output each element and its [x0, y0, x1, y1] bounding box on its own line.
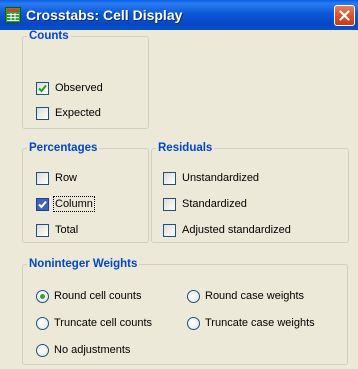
row-checkbox[interactable]: Row	[36, 170, 77, 186]
counts-legend: Counts	[29, 30, 69, 42]
unstandardized-check-box[interactable]	[163, 171, 176, 185]
expected-label: Expected	[55, 107, 101, 119]
total-check-box[interactable]	[36, 223, 49, 237]
title-bar[interactable]: Crosstabs: Cell Display	[0, 0, 358, 30]
observed-checkbox[interactable]: Observed	[36, 80, 103, 96]
expected-check-box[interactable]	[36, 106, 49, 120]
checkmark-icon	[38, 200, 47, 208]
no-adjustments-label: No adjustments	[54, 344, 131, 356]
standardized-check-box[interactable]	[163, 197, 176, 211]
standardized-checkbox[interactable]: Standardized	[163, 196, 247, 212]
expected-checkbox[interactable]: Expected	[36, 105, 101, 121]
truncate-cell-counts-label: Truncate cell counts	[54, 317, 153, 329]
close-icon	[339, 10, 350, 21]
column-label: Column	[53, 196, 95, 212]
residuals-legend: Residuals	[158, 142, 213, 154]
total-checkbox[interactable]: Total	[36, 222, 78, 238]
observed-label: Observed	[55, 82, 103, 94]
truncate-case-weights-label: Truncate case weights	[205, 317, 315, 329]
adjusted-standardized-label: Adjusted standardized	[182, 224, 291, 236]
round-cell-counts-radio[interactable]: Round cell counts	[36, 288, 141, 304]
spss-table-icon	[5, 7, 21, 23]
round-case-weights-radio[interactable]: Round case weights	[187, 288, 304, 304]
window-title: Crosstabs: Cell Display	[26, 7, 183, 23]
dialog-body: Counts Observed Expected Percentages Row…	[0, 30, 358, 369]
row-check-box[interactable]	[36, 171, 49, 185]
adjusted-standardized-checkbox[interactable]: Adjusted standardized	[163, 222, 291, 238]
no-adjustments-radio[interactable]: No adjustments	[36, 342, 130, 358]
truncate-cell-counts-radio[interactable]: Truncate cell counts	[36, 315, 152, 331]
radio-selected-dot	[40, 293, 45, 299]
total-label: Total	[55, 224, 79, 236]
column-check-box[interactable]	[36, 197, 49, 211]
unstandardized-checkbox[interactable]: Unstandardized	[163, 170, 259, 186]
percentages-legend: Percentages	[29, 142, 98, 154]
column-checkbox[interactable]: Column	[36, 196, 95, 212]
observed-check-box[interactable]	[36, 81, 49, 95]
truncate-case-weights-radio-circle[interactable]	[187, 316, 200, 330]
round-case-weights-radio-circle[interactable]	[187, 289, 200, 303]
noninteger-weights-legend: Noninteger Weights	[29, 258, 138, 270]
adjusted-standardized-check-box[interactable]	[163, 223, 176, 237]
checkmark-icon	[38, 84, 47, 92]
truncate-cell-counts-radio-circle[interactable]	[36, 316, 49, 330]
round-case-weights-label: Round case weights	[205, 290, 305, 302]
round-cell-counts-label: Round cell counts	[54, 290, 142, 302]
close-button[interactable]	[334, 5, 355, 26]
no-adjustments-radio-circle[interactable]	[36, 343, 49, 357]
unstandardized-label: Unstandardized	[182, 172, 260, 184]
standardized-label: Standardized	[182, 198, 247, 210]
truncate-case-weights-radio[interactable]: Truncate case weights	[187, 315, 315, 331]
row-label: Row	[55, 172, 78, 184]
round-cell-counts-radio-circle[interactable]	[36, 289, 49, 303]
